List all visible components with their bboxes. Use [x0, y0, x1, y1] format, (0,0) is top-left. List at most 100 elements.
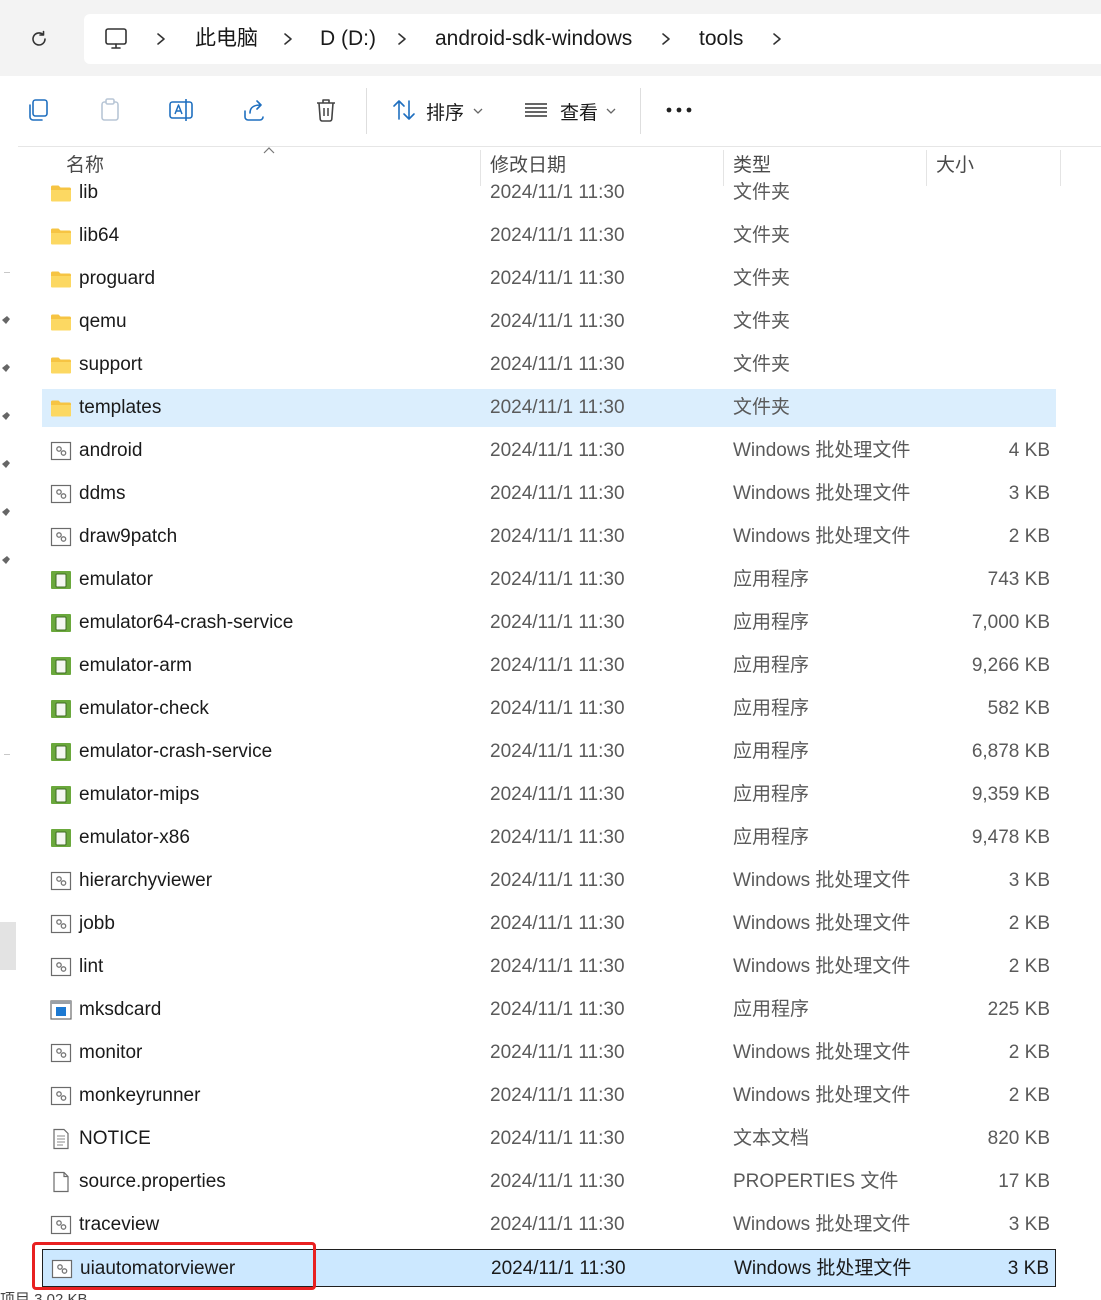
file-size: 9,359 KB	[971, 784, 1050, 805]
file-row[interactable]: uiautomatorviewer 2024/11/1 11:30 Windows …	[42, 1249, 1056, 1287]
file-row[interactable]: monitor 2024/11/1 11:30 Windows 批处理文件 2 KB	[42, 1034, 1056, 1072]
file-name: templates	[79, 397, 162, 418]
file-name: emulator-arm	[79, 655, 192, 676]
file-size: 225 KB	[987, 999, 1050, 1020]
rename-button[interactable]	[162, 90, 202, 130]
folder-icon	[50, 354, 72, 376]
android-exe-icon	[50, 612, 72, 634]
batch-file-icon	[50, 956, 72, 978]
file-name: mksdcard	[79, 999, 162, 1020]
pin-icon[interactable]	[0, 458, 12, 472]
paste-icon	[101, 98, 119, 121]
sort-icon-wrap[interactable]	[384, 90, 424, 130]
file-name: qemu	[79, 311, 127, 332]
breadcrumb-item-android-sdk-windows[interactable]: android-sdk-windows	[435, 14, 632, 64]
copy-button[interactable]	[18, 90, 58, 130]
file-modified-date: 2024/11/1 11:30	[490, 999, 625, 1020]
file-row[interactable]: monkeyrunner 2024/11/1 11:30 Windows 批处理文件…	[42, 1077, 1056, 1115]
column-divider[interactable]	[1060, 150, 1061, 186]
pin-icon[interactable]	[0, 362, 12, 376]
file-row[interactable]: hierarchyviewer 2024/11/1 11:30 Windows 批处…	[42, 862, 1056, 900]
file-row[interactable]: lib 2024/11/1 11:30 文件夹	[42, 174, 1056, 212]
batch-file-icon	[50, 1042, 72, 1064]
nav-scrollbar-thumb[interactable]	[0, 922, 16, 970]
file-type: 文本文档	[733, 1128, 810, 1149]
file-row[interactable]: emulator-crash-service 2024/11/1 11:30 应用程…	[42, 733, 1056, 771]
file-row[interactable]: qemu 2024/11/1 11:30 文件夹	[42, 303, 1056, 341]
file-size: 2 KB	[1008, 526, 1050, 547]
batch-file-icon	[50, 483, 72, 505]
file-size: 17 KB	[998, 1171, 1050, 1192]
file-row[interactable]: templates 2024/11/1 11:30 文件夹	[42, 389, 1056, 427]
file-row[interactable]: support 2024/11/1 11:30 文件夹	[42, 346, 1056, 384]
share-button[interactable]	[234, 90, 274, 130]
file-size: 3 KB	[1008, 483, 1050, 504]
file-row[interactable]: emulator-x86 2024/11/1 11:30 应用程序 9,478 KB	[42, 819, 1056, 857]
file-size: 2 KB	[1008, 913, 1050, 934]
trash-icon	[317, 99, 335, 122]
file-modified-date: 2024/11/1 11:30	[490, 1128, 625, 1149]
delete-button[interactable]	[306, 90, 346, 130]
file-row[interactable]: ddms 2024/11/1 11:30 Windows 批处理文件 3 KB	[42, 475, 1056, 513]
navigation-pane[interactable]	[0, 146, 18, 1300]
file-name: emulator-mips	[79, 784, 200, 805]
file-size: 9,266 KB	[971, 655, 1050, 676]
file-type: 文件夹	[733, 311, 791, 332]
file-row[interactable]: draw9patch 2024/11/1 11:30 Windows 批处理文件 2 …	[42, 518, 1056, 556]
file-type: 文件夹	[733, 397, 791, 418]
computer-icon	[105, 28, 127, 49]
chevron-right-icon	[398, 33, 406, 45]
file-name: jobb	[79, 913, 115, 934]
file-row[interactable]: proguard 2024/11/1 11:30 文件夹	[42, 260, 1056, 298]
file-type: Windows 批处理文件	[733, 870, 911, 891]
file-row[interactable]: lint 2024/11/1 11:30 Windows 批处理文件 2 KB	[42, 948, 1056, 986]
pin-icon[interactable]	[0, 506, 12, 520]
file-row[interactable]: jobb 2024/11/1 11:30 Windows 批处理文件 2 KB	[42, 905, 1056, 943]
paste-button[interactable]	[90, 90, 130, 130]
file-name: emulator-check	[79, 698, 209, 719]
pin-icon[interactable]	[0, 410, 12, 424]
view-icon	[525, 103, 547, 117]
folder-icon	[50, 268, 72, 290]
file-row[interactable]: android 2024/11/1 11:30 Windows 批处理文件 4 KB	[42, 432, 1056, 470]
folder-icon	[50, 397, 72, 419]
view-button[interactable]: 查看	[560, 98, 598, 125]
breadcrumb-item-tools[interactable]: tools	[699, 14, 743, 64]
text-file-icon	[50, 1128, 72, 1150]
file-row[interactable]: emulator64-crash-service 2024/11/1 11:30 应…	[42, 604, 1056, 642]
nav-divider	[4, 754, 10, 755]
address-bar: 此电脑 D (D:) android-sdk-windows tools	[0, 0, 1101, 76]
file-row[interactable]: lib64 2024/11/1 11:30 文件夹	[42, 217, 1056, 255]
more-options-button[interactable]	[659, 90, 699, 130]
sort-ascending-icon	[263, 147, 275, 154]
breadcrumb[interactable]: 此电脑 D (D:) android-sdk-windows tools	[84, 14, 1101, 64]
file-row[interactable]: emulator-mips 2024/11/1 11:30 应用程序 9,359 KB	[42, 776, 1056, 814]
file-size: 2 KB	[1008, 1085, 1050, 1106]
file-type: Windows 批处理文件	[733, 1214, 911, 1235]
file-modified-date: 2024/11/1 11:30	[490, 870, 625, 891]
pin-icon[interactable]	[0, 554, 12, 568]
file-row[interactable]: emulator 2024/11/1 11:30 应用程序 743 KB	[42, 561, 1056, 599]
breadcrumb-item-this-pc[interactable]: 此电脑	[195, 14, 258, 64]
file-type: 应用程序	[733, 655, 810, 676]
refresh-button[interactable]	[22, 22, 56, 56]
command-bar: 排序 查看	[0, 76, 1101, 147]
file-type: Windows 批处理文件	[733, 956, 911, 977]
file-row[interactable]: emulator-arm 2024/11/1 11:30 应用程序 9,266 KB	[42, 647, 1056, 685]
file-row[interactable]: NOTICE 2024/11/1 11:30 文本文档 820 KB	[42, 1120, 1056, 1158]
toolbar-divider	[640, 88, 641, 134]
view-icon-wrap[interactable]	[516, 90, 556, 130]
file-row[interactable]: mksdcard 2024/11/1 11:30 应用程序 225 KB	[42, 991, 1056, 1029]
sort-button[interactable]: 排序	[426, 98, 464, 125]
file-type: Windows 批处理文件	[733, 913, 911, 934]
file-row[interactable]: emulator-check 2024/11/1 11:30 应用程序 582 KB	[42, 690, 1056, 728]
file-name: emulator-crash-service	[79, 741, 273, 762]
batch-file-icon	[50, 440, 72, 462]
file-row[interactable]: traceview 2024/11/1 11:30 Windows 批处理文件 3 K…	[42, 1206, 1056, 1244]
pin-icon[interactable]	[0, 314, 12, 328]
batch-file-icon	[50, 913, 72, 935]
breadcrumb-item-drive-d[interactable]: D (D:)	[320, 14, 376, 64]
share-icon	[244, 100, 264, 121]
batch-file-icon	[50, 526, 72, 548]
file-row[interactable]: source.properties 2024/11/1 11:30 PROPERTI…	[42, 1163, 1056, 1201]
